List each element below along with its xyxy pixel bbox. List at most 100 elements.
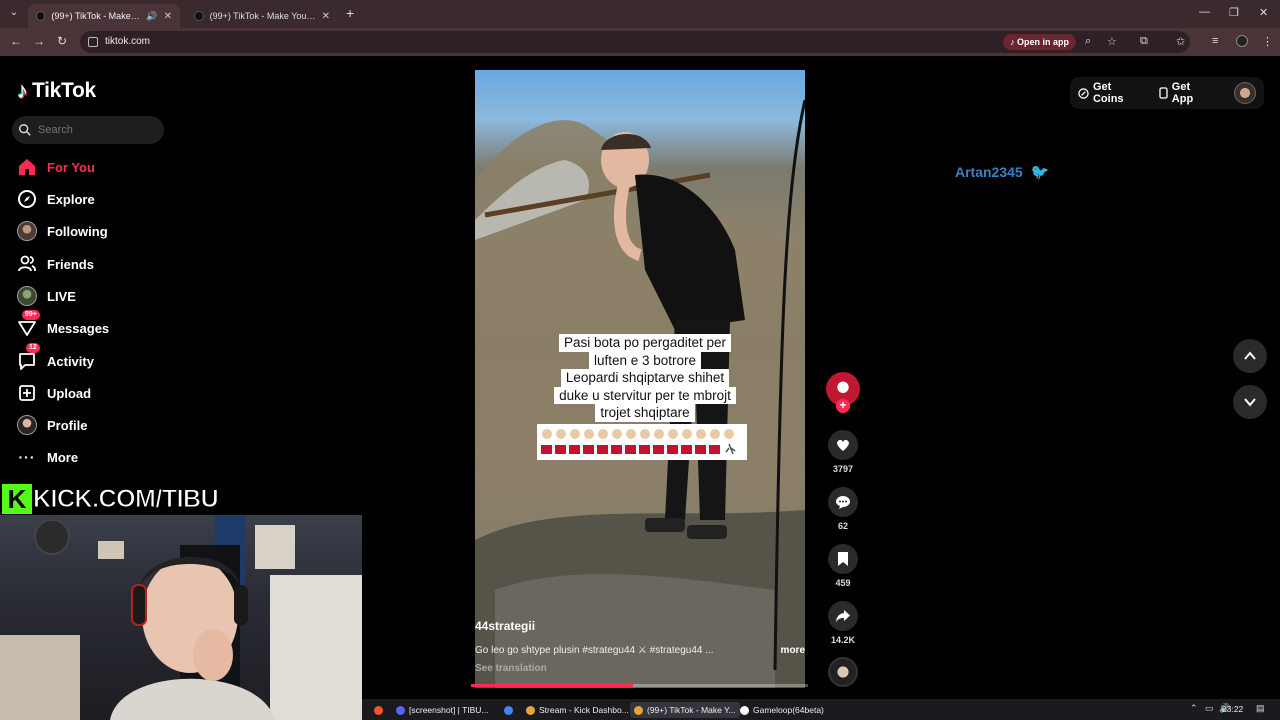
taskbar-app-gameloop[interactable]: Gameloop(64beta) [736, 702, 828, 718]
share-icon[interactable] [828, 601, 858, 631]
sidebar-item-live[interactable]: LIVE [16, 284, 76, 308]
taskbar-app-tiktok[interactable]: (99+) TikTok - Make Y... [630, 702, 740, 718]
more-icon: ··· [18, 449, 36, 465]
tab-list-button[interactable]: ⌄ [6, 5, 22, 21]
speaker-icon[interactable]: 🔊 [146, 11, 157, 22]
site-info-icon[interactable] [88, 37, 98, 47]
menu-kebab-icon[interactable]: ⋮ [1262, 35, 1273, 48]
sidebar-item-activity[interactable]: 12 Activity [16, 343, 94, 373]
kick-logo-icon: K [2, 484, 32, 514]
sidebar-item-messages[interactable]: 99+ Messages [16, 310, 109, 340]
comment-action[interactable]: 62 [828, 487, 858, 531]
save-count: 459 [835, 578, 851, 588]
sidebar-item-upload[interactable]: Upload [16, 381, 91, 405]
favorites-icon[interactable]: ✩ [1176, 35, 1185, 48]
previous-video-button[interactable] [1233, 339, 1267, 373]
sidebar-item-label: Following [47, 223, 108, 239]
zoom-icon[interactable]: ⌕ [1085, 35, 1091, 48]
sidebar-item-following[interactable]: Following [16, 219, 108, 243]
caption-line: Pasi bota po pergaditet per [558, 334, 732, 352]
tray-chevron-up-icon[interactable]: ⌃ [1190, 703, 1198, 714]
follow-plus-button[interactable]: + [836, 399, 850, 413]
search-icon [19, 124, 31, 136]
taskbar-app-discord[interactable]: [screenshot] | TIBU... [392, 702, 493, 718]
tab-title: (99+) TikTok - Make Your Day [51, 11, 140, 21]
compass-icon [16, 188, 38, 210]
media-icon[interactable]: ≡ [1212, 35, 1218, 47]
forward-icon[interactable]: → [33, 34, 45, 48]
coin-icon [1078, 87, 1089, 99]
search-input[interactable] [38, 124, 158, 136]
open-in-app-button[interactable]: ♪ Open in app [1003, 34, 1077, 50]
taskbar-app-label: [screenshot] | TIBU... [409, 705, 489, 715]
heart-icon[interactable] [828, 430, 858, 460]
get-coins-button[interactable]: Get Coins [1078, 81, 1145, 105]
like-action[interactable]: 3797 [828, 430, 858, 474]
bookmark-star-icon[interactable]: ☆ [1107, 35, 1117, 48]
video-author-username[interactable]: 44strategii [475, 619, 535, 633]
comment-icon[interactable] [828, 487, 858, 517]
profile-avatar-icon [16, 414, 38, 436]
video-player[interactable]: Pasi bota po pergaditet per luften e 3 b… [475, 70, 805, 688]
video-caption-overlay: Pasi bota po pergaditet per luften e 3 b… [540, 334, 750, 422]
save-action[interactable]: 459 [828, 544, 858, 588]
taskbar-chrome-icon[interactable] [500, 702, 517, 718]
sidebar-item-profile[interactable]: Profile [16, 413, 87, 437]
back-icon[interactable]: ← [10, 34, 22, 48]
messages-badge: 99+ [22, 310, 40, 320]
sidebar-item-more[interactable]: ··· More [16, 445, 79, 469]
caption-emoji-row [537, 424, 747, 460]
taskbar-app-label: (99+) TikTok - Make Y... [647, 705, 736, 715]
activity-badge: 12 [26, 343, 40, 353]
get-app-button[interactable]: Get App [1159, 81, 1214, 105]
taskbar-brave-icon[interactable] [370, 702, 387, 718]
logo-text: TikTok [32, 79, 96, 102]
music-disc-icon[interactable] [828, 657, 858, 687]
see-translation-link[interactable]: See translation [475, 663, 547, 674]
extensions-icon[interactable]: ⧉ [1140, 35, 1148, 48]
profile-avatar-icon[interactable] [1236, 35, 1248, 47]
sidebar-item-label: More [47, 449, 79, 465]
notifications-icon[interactable]: ▤ [1256, 703, 1265, 714]
bookmark-icon[interactable] [828, 544, 858, 574]
get-app-label: Get App [1171, 81, 1194, 105]
next-video-button[interactable] [1233, 385, 1267, 419]
share-action[interactable]: 14.2K [828, 601, 858, 645]
webcam-feed [0, 515, 362, 720]
open-in-app-label: Open in app [1017, 37, 1070, 47]
search-box[interactable] [12, 116, 164, 144]
chat-username: Artan2345 [955, 164, 1023, 180]
new-tab-button[interactable]: + [346, 5, 354, 21]
browser-tab-active[interactable]: (99+) TikTok - Make Your Day 🔊 ✕ [28, 4, 180, 28]
browser-tab[interactable]: (99+) TikTok - Make Your Day ✕ [186, 4, 338, 28]
tray-monitor-icon[interactable]: ▭ [1205, 703, 1214, 714]
taskbar-clock[interactable]: 23:22 [1222, 704, 1243, 714]
restore-icon[interactable]: ❐ [1229, 6, 1239, 19]
caption-line: luften e 3 botrore [588, 351, 702, 369]
close-tab-icon[interactable]: ✕ [322, 11, 330, 22]
description-more-button[interactable]: more [781, 645, 805, 656]
close-tab-icon[interactable]: ✕ [164, 11, 172, 22]
sidebar-item-label: Profile [47, 417, 88, 433]
like-count: 3797 [832, 464, 854, 474]
reload-icon[interactable]: ↻ [57, 34, 67, 48]
tiktok-logo[interactable]: ♪ TikTok [17, 78, 96, 104]
header-actions: Get Coins Get App [1070, 77, 1264, 109]
sidebar-item-friends[interactable]: Friends [16, 252, 94, 276]
sidebar-item-explore[interactable]: Explore [16, 187, 95, 211]
taskbar-app-kick[interactable]: Stream - Kick Dashbo... [522, 702, 633, 718]
user-avatar[interactable] [1234, 82, 1256, 104]
close-window-icon[interactable]: ✕ [1259, 6, 1268, 19]
chevron-down-icon [1244, 398, 1256, 407]
url-text: tiktok.com [105, 36, 151, 47]
caption-line: duke u stervitur per te mbrojt [554, 386, 736, 404]
kick-url-text: KICK.COM/TIBU [32, 484, 219, 513]
browser-tab-bar: ⌄ (99+) TikTok - Make Your Day 🔊 ✕ (99+)… [0, 0, 1280, 28]
bird-icon: 🐦 [1030, 164, 1050, 181]
chrome-icon [634, 705, 643, 715]
minimize-icon[interactable]: — [1199, 6, 1210, 18]
live-avatar-icon [16, 285, 38, 307]
video-progress-bar[interactable] [471, 684, 808, 687]
sidebar-item-label: For You [47, 159, 95, 175]
sidebar-item-for-you[interactable]: For You [16, 155, 95, 179]
